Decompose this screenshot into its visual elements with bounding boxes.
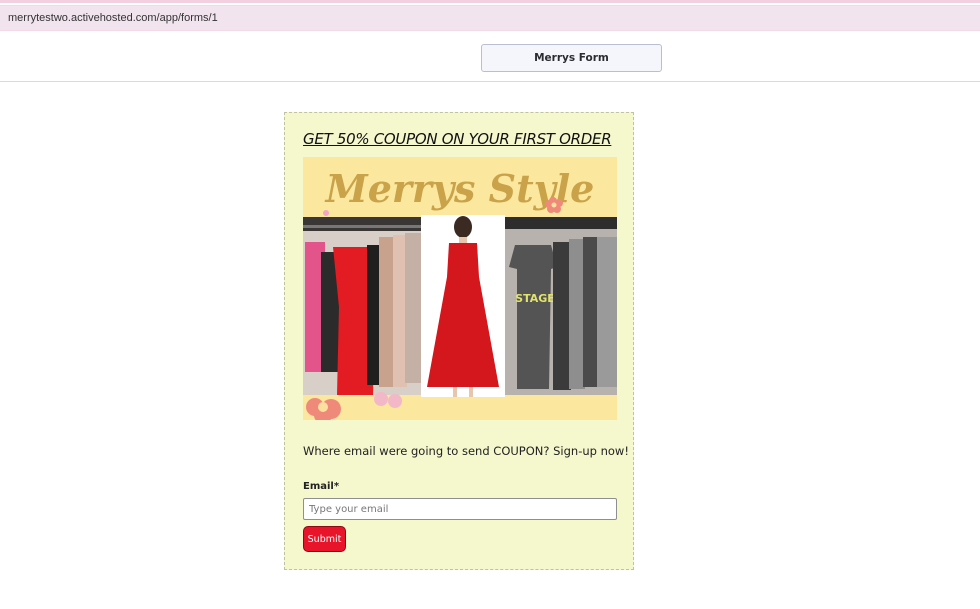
dress-photo-center (421, 215, 505, 397)
submit-button[interactable]: Submit (303, 526, 346, 552)
rack-photo-right: STAGE (505, 217, 617, 395)
banner-svg: Merrys Style STAGE (303, 157, 617, 420)
form-heading: GET 50% COUPON ON YOUR FIRST ORDER (303, 130, 612, 148)
email-input[interactable] (303, 498, 617, 520)
form-header: Merrys Form (0, 36, 980, 82)
email-label: Email* (303, 481, 340, 492)
shirt-print-text: STAGE (515, 292, 555, 305)
url-text[interactable]: merrytestwo.activehosted.com/app/forms/1 (8, 12, 218, 24)
banner-image: Merrys Style STAGE (303, 157, 617, 420)
form-name-button[interactable]: Merrys Form (481, 44, 662, 72)
form-card: GET 50% COUPON ON YOUR FIRST ORDER Merry… (284, 112, 634, 570)
browser-top-strip (0, 0, 980, 3)
intro-text: Where email were going to send COUPON? S… (303, 444, 629, 458)
rack-photo-left (303, 217, 421, 395)
address-bar[interactable]: merrytestwo.activehosted.com/app/forms/1 (0, 5, 980, 31)
